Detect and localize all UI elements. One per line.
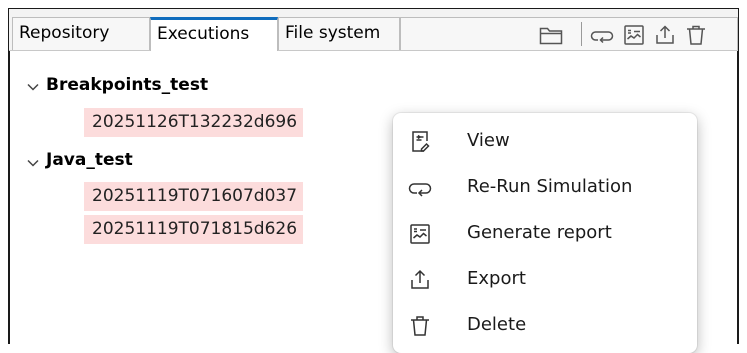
chevron-down-icon[interactable] xyxy=(26,82,40,92)
menu-item-label: View xyxy=(467,130,510,151)
tab-executions[interactable]: Executions xyxy=(150,17,278,51)
menu-item-label: Re-Run Simulation xyxy=(467,176,633,197)
menu-item-rerun-simulation[interactable]: Re-Run Simulation xyxy=(393,164,697,210)
report-icon[interactable] xyxy=(621,23,647,47)
tab-repository[interactable]: Repository xyxy=(12,17,150,50)
rerun-icon[interactable] xyxy=(589,23,615,47)
view-icon xyxy=(407,129,433,155)
menu-item-label: Export xyxy=(467,268,526,289)
export-icon[interactable] xyxy=(652,23,678,47)
chevron-down-icon[interactable] xyxy=(26,158,40,168)
menu-item-label: Delete xyxy=(467,314,527,335)
tree-execution-item[interactable]: 20251119T071607d037 xyxy=(84,182,304,211)
menu-item-export[interactable]: Export xyxy=(393,256,697,302)
tree-execution-item[interactable]: 20251119T071815d626 xyxy=(84,215,304,244)
report-icon xyxy=(407,221,433,247)
tree-group-breakpoints-test[interactable]: Breakpoints_test xyxy=(46,75,208,95)
delete-icon[interactable] xyxy=(683,23,709,47)
menu-item-delete[interactable]: Delete xyxy=(393,302,697,348)
menu-item-view[interactable]: View xyxy=(393,118,697,164)
tab-file-system[interactable]: File system xyxy=(278,17,400,50)
tree-execution-item[interactable]: 20251126T132232d696 xyxy=(84,108,304,137)
folder-icon[interactable] xyxy=(538,23,564,47)
delete-icon xyxy=(407,313,433,339)
context-menu: View Re-Run Simulation Generate report E… xyxy=(393,113,697,353)
rerun-icon xyxy=(407,175,433,201)
menu-item-label: Generate report xyxy=(467,222,612,243)
menu-item-generate-report[interactable]: Generate report xyxy=(393,210,697,256)
toolbar-separator xyxy=(581,22,582,46)
export-icon xyxy=(407,267,433,293)
tab-bar: Repository Executions File system xyxy=(9,9,738,51)
tree-group-java-test[interactable]: Java_test xyxy=(46,150,133,170)
